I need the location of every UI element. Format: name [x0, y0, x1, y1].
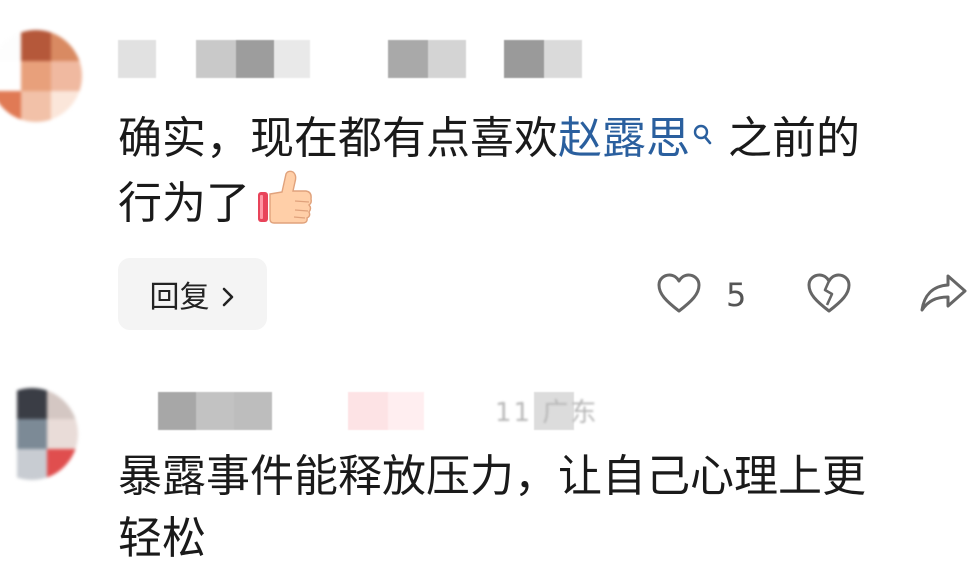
user-avatar[interactable] — [0, 30, 82, 122]
username-censored — [118, 40, 582, 78]
comment-item: 11 广东 暴露事件能释放压力，让自己心理上更 轻松 — [0, 350, 977, 586]
search-icon[interactable] — [692, 108, 714, 145]
comment-feed: 确实，现在都有点喜欢赵露思 之前的 行为了 回复 5 11 广东 暴露事件能释放… — [0, 0, 977, 586]
user-avatar[interactable] — [0, 388, 78, 480]
comment-item: 确实，现在都有点喜欢赵露思 之前的 行为了 回复 5 — [0, 0, 977, 350]
comment-meta: 11 广东 — [495, 398, 599, 428]
chevron-right-icon — [220, 282, 236, 307]
thumbs-up-icon — [256, 170, 314, 226]
like-button[interactable]: 5 — [656, 270, 746, 320]
broken-heart-icon — [806, 272, 852, 318]
share-icon — [918, 272, 968, 318]
search-link[interactable]: 赵露思 — [558, 113, 690, 164]
comment-text: 暴露事件能释放压力，让自己心理上更 轻松 — [118, 451, 866, 564]
reply-button[interactable]: 回复 — [118, 258, 267, 330]
comment-text: 确实，现在都有点喜欢赵露思 之前的 行为了 — [118, 108, 948, 235]
like-count: 5 — [726, 276, 747, 314]
reply-label: 回复 — [149, 280, 210, 315]
dislike-button[interactable] — [806, 270, 852, 320]
heart-icon — [656, 272, 702, 318]
comment-text-before: 确实，现在都有点喜欢 — [118, 113, 558, 164]
share-button[interactable] — [918, 270, 968, 320]
